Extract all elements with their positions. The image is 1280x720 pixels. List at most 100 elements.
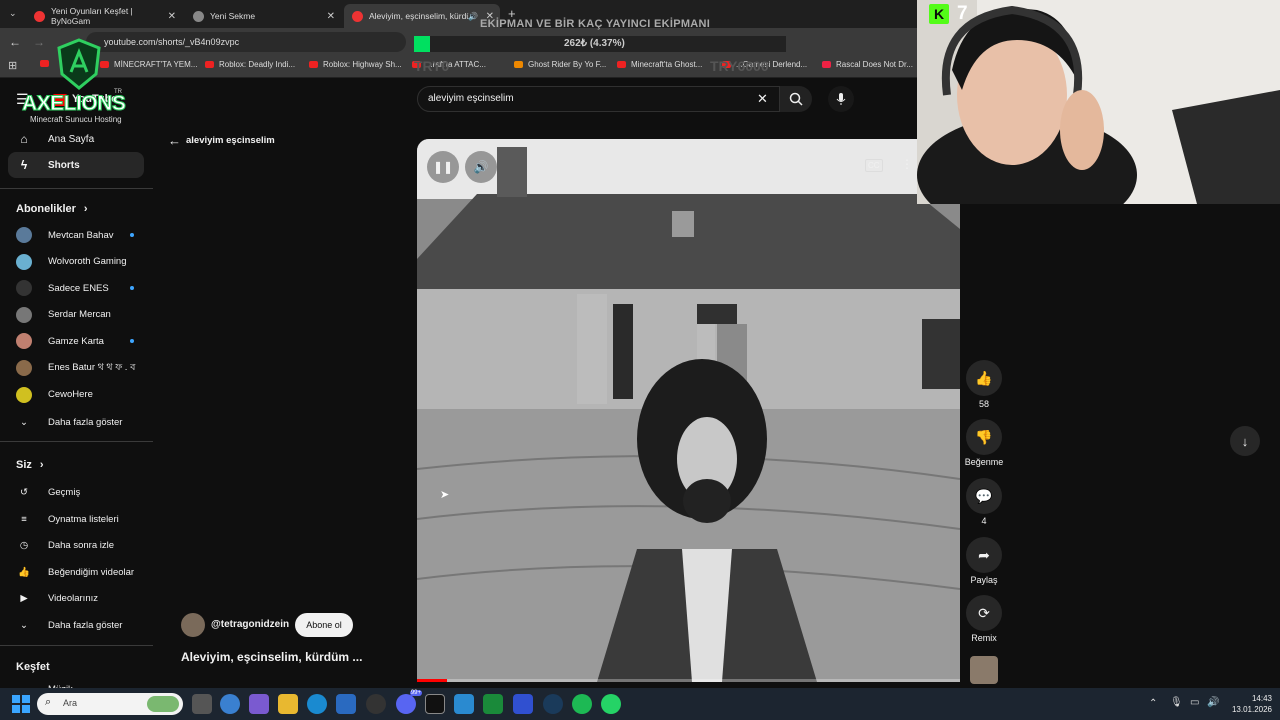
nav-label: Oynatma listeleri xyxy=(48,513,119,525)
subscription-item[interactable]: Wolvoroth Gaming xyxy=(16,250,140,274)
subscription-item[interactable]: CewoHere xyxy=(16,383,140,407)
close-tab-icon[interactable]: ✕ xyxy=(168,11,176,22)
xbox-icon[interactable] xyxy=(483,694,503,714)
arrow-down-icon: ↓ xyxy=(1241,433,1249,449)
youtube-icon xyxy=(205,61,214,68)
nav-history[interactable]: ↺ Geçmiş xyxy=(16,480,140,504)
bookmark-item[interactable]: Roblox: Highway Sh... xyxy=(309,60,402,69)
nav-label: Daha fazla göster xyxy=(48,416,123,428)
app-icon[interactable] xyxy=(513,694,533,714)
volume-button[interactable]: 🔊 xyxy=(465,151,497,183)
bookmark-item[interactable]: Rascal Does Not Dr... xyxy=(822,60,913,69)
task-view-icon[interactable] xyxy=(192,694,212,714)
back-arrow-icon[interactable]: ← xyxy=(168,133,181,148)
apps-grid-icon[interactable]: ⊞ xyxy=(8,59,17,72)
more-options-icon[interactable]: ⋮ xyxy=(901,157,913,171)
tray-chevron-up-icon[interactable]: ⌃ xyxy=(1149,698,1157,709)
video-progress-bar[interactable] xyxy=(417,679,960,682)
network-icon[interactable]: ▭ xyxy=(1190,697,1199,708)
thumbs-up-icon: 👍 xyxy=(975,369,993,386)
bookmark-item[interactable]: MİNECRAFT'TA YEM... xyxy=(100,60,197,69)
file-explorer-icon[interactable] xyxy=(278,694,298,714)
share-button[interactable]: ➦ xyxy=(966,537,1002,573)
pause-button[interactable]: ❚❚ xyxy=(427,151,459,183)
channel-avatar[interactable] xyxy=(181,613,205,637)
remix-button[interactable]: ⟳ xyxy=(966,595,1002,631)
photos-icon[interactable] xyxy=(454,694,474,714)
next-short-button[interactable]: ↓ xyxy=(1230,426,1260,456)
chevron-right-icon: › xyxy=(39,459,44,471)
edge-icon[interactable] xyxy=(307,694,327,714)
url-text: youtube.com/shorts/_vB4n09zvpc xyxy=(104,37,240,47)
nav-home[interactable]: ⌂ Ana Sayfa xyxy=(8,126,144,152)
bookmark-item[interactable]: Minecraft'ta Ghost... xyxy=(617,60,702,69)
subscription-item[interactable]: Sadece ENES xyxy=(16,276,140,300)
sound-thumbnail[interactable] xyxy=(970,656,998,684)
subscription-item[interactable]: Mevtcan Bahav xyxy=(16,223,140,247)
subscribe-button[interactable]: Abone ol xyxy=(295,613,353,637)
subscriptions-header[interactable]: Abonelikler › xyxy=(16,203,88,215)
nav-your-videos[interactable]: ▶ Videolarınız xyxy=(16,586,140,610)
subscription-item[interactable]: Gamze Karta xyxy=(16,329,140,353)
volume-tray-icon[interactable]: 🔊 xyxy=(1207,697,1219,708)
captions-button[interactable]: CC xyxy=(865,159,883,172)
home-icon: ⌂ xyxy=(20,132,28,146)
browser-tab-3-active[interactable]: Aleviyim, eşcinselim, kürdü 🔊 ✕ xyxy=(344,4,500,28)
close-tab-icon[interactable]: ✕ xyxy=(327,11,335,22)
bookmark-label: Minecraft'ta Ghost... xyxy=(631,60,703,69)
donation-goal-end: TRY6000 xyxy=(710,58,769,74)
spotify-icon[interactable] xyxy=(572,694,592,714)
show-more-you[interactable]: ⌄ Daha fazla göster xyxy=(16,613,140,637)
channel-handle[interactable]: @tetragonidzein xyxy=(211,619,289,630)
thumbs-up-icon: 👍 xyxy=(18,566,30,578)
dislike-label: Beğenme xyxy=(964,457,1004,467)
clear-search-icon[interactable]: ✕ xyxy=(757,91,768,107)
show-more-subscriptions[interactable]: ⌄ Daha fazla göster xyxy=(16,410,140,434)
short-video-player[interactable]: ❚❚ 🔊 CC ⋮ xyxy=(417,139,960,682)
bookmark-item[interactable]: Roblox: Deadly Indi... xyxy=(205,60,295,69)
comment-count: 4 xyxy=(981,516,987,526)
like-button[interactable]: 👍 xyxy=(966,360,1002,396)
youtube-icon xyxy=(617,61,626,68)
comments-button[interactable]: 💬 xyxy=(966,478,1002,514)
whatsapp-icon[interactable] xyxy=(601,694,621,714)
search-button[interactable] xyxy=(780,86,812,112)
chrome-icon[interactable] xyxy=(220,694,240,714)
video-title[interactable]: Aleviyim, eşcinselim, kürdüm ... xyxy=(181,650,362,664)
back-arrow-icon[interactable]: ← xyxy=(9,35,21,49)
voice-search-button[interactable] xyxy=(828,86,854,112)
capcut-icon[interactable] xyxy=(425,694,445,714)
start-button[interactable] xyxy=(11,694,31,714)
forward-arrow-icon[interactable]: → xyxy=(33,35,45,49)
nav-shorts[interactable]: ϟ Shorts xyxy=(8,152,144,178)
discord-icon[interactable]: 99+ xyxy=(396,690,422,714)
dislike-button[interactable]: 👎 xyxy=(966,419,1002,455)
taskbar-clock[interactable]: 14:43 13.01.2026 xyxy=(1222,693,1272,715)
tr-badge: TR xyxy=(114,89,122,95)
bookmark-item[interactable] xyxy=(40,60,54,67)
subscription-item[interactable]: Serdar Mercan xyxy=(16,303,140,327)
browser-tab-1[interactable]: Yeni Oyunları Keşfet | ByNoGam ✕ xyxy=(26,4,182,28)
explore-header: Keşfet xyxy=(16,661,50,673)
axelions-shield-logo xyxy=(56,38,102,90)
search-input[interactable]: aleviyim eşcinselim xyxy=(428,93,514,104)
taskbar-search-box[interactable]: ⌕ Ara xyxy=(37,693,183,715)
nav-playlists[interactable]: ≡ Oynatma listeleri xyxy=(16,507,140,531)
you-header[interactable]: Siz › xyxy=(16,459,44,471)
tab-audio-icon[interactable]: 🔊 xyxy=(468,12,478,21)
subscription-item[interactable]: Enes Batur থ থ ফ . ব xyxy=(16,356,140,380)
copilot-icon[interactable] xyxy=(249,694,269,714)
nav-watch-later[interactable]: ◷ Daha sonra izle xyxy=(16,533,140,557)
new-content-dot xyxy=(130,286,134,291)
nav-liked-videos[interactable]: 👍 Beğendiğim videolar xyxy=(16,560,140,584)
microsoft-store-icon[interactable] xyxy=(336,694,356,714)
bookmark-item[interactable]: Ghost Rider By Yo F... xyxy=(514,60,606,69)
tab-list-chevron-icon[interactable]: ⌄ xyxy=(9,8,17,19)
microphone-tray-icon[interactable]: 🎙 xyxy=(1170,697,1183,708)
browser-tab-2[interactable]: Yeni Sekme ✕ xyxy=(185,4,341,28)
bookmark-label: Roblox: Deadly Indi... xyxy=(219,60,296,69)
new-content-dot xyxy=(130,339,134,344)
steam-icon[interactable] xyxy=(543,694,563,714)
obs-icon[interactable] xyxy=(366,694,386,714)
clock-date: 13.01.2026 xyxy=(1231,705,1272,714)
